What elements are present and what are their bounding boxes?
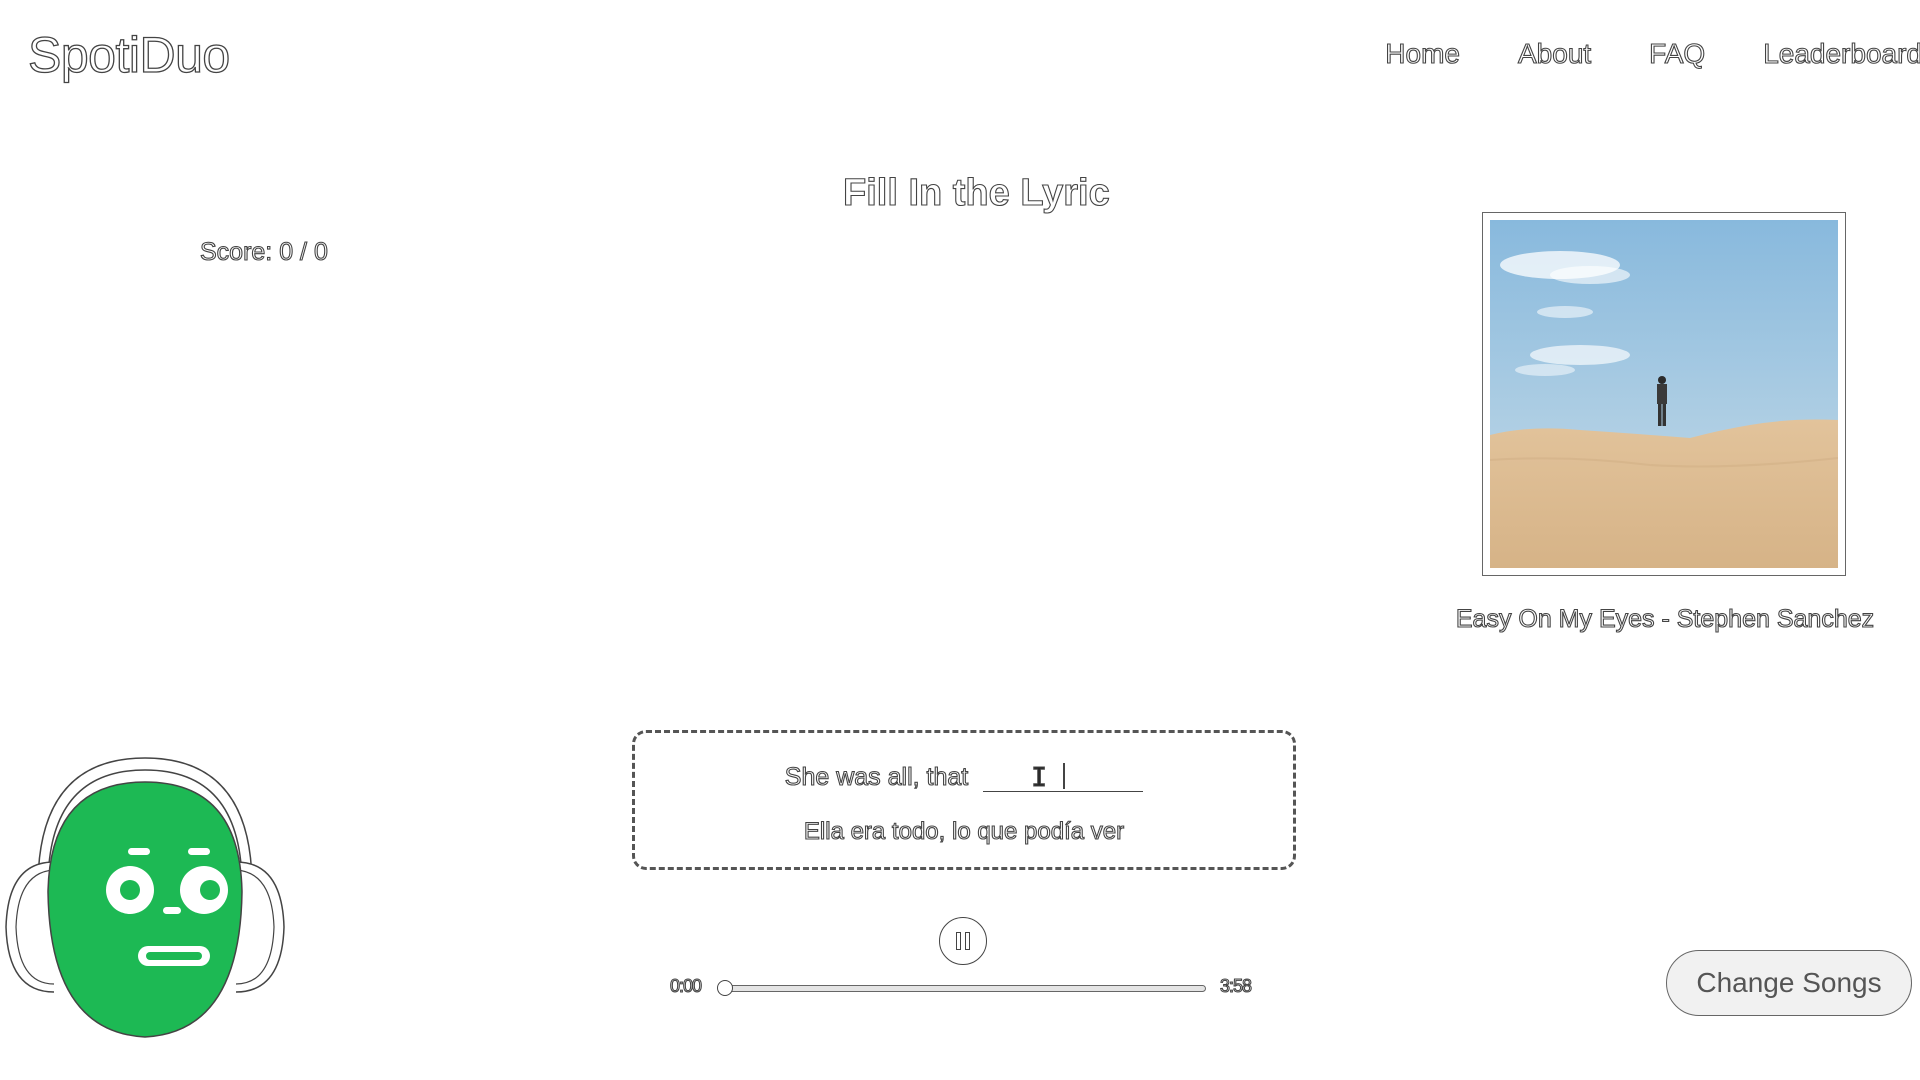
score-display: Score: 0 / 0	[199, 237, 328, 266]
song-title-artist: Easy On My Eyes - Stephen Sanchez	[1455, 604, 1875, 633]
input-caret	[1063, 763, 1066, 789]
pause-icon-bar	[965, 932, 970, 950]
total-time: 3:58	[1219, 975, 1252, 996]
pause-icon	[956, 932, 961, 950]
nav-leaderboard-link[interactable]: Leaderboard	[1763, 37, 1920, 70]
progress-slider[interactable]	[717, 980, 1206, 996]
nav-faq-link[interactable]: FAQ	[1649, 37, 1706, 70]
pause-button[interactable]	[939, 917, 987, 965]
lyric-answer-input[interactable]: I	[983, 761, 1144, 793]
text-cursor-icon: I	[1031, 763, 1048, 793]
change-songs-button[interactable]: Change Songs	[1666, 950, 1912, 1016]
page: SpotiDuo Home About FAQ Leaderboard Fill…	[0, 0, 1920, 1080]
album-cover-art	[1490, 220, 1838, 568]
app-logo[interactable]: SpotiDuo	[27, 26, 231, 84]
lyric-card: She was all, that I Ella era todo, lo qu…	[632, 730, 1296, 870]
album-cover	[1482, 212, 1846, 576]
lyric-translation: Ella era todo, lo que podía ver	[803, 817, 1125, 845]
top-nav: Home About FAQ Leaderboard	[1385, 37, 1920, 70]
page-title: Fill In the Lyric	[842, 171, 1110, 214]
progress-thumb[interactable]	[717, 980, 733, 996]
mascot-headphones-icon	[5, 757, 285, 1038]
nav-home-link[interactable]: Home	[1385, 37, 1461, 70]
nav-about-link[interactable]: About	[1517, 37, 1591, 70]
lyric-line: She was all, that I	[635, 761, 1293, 792]
current-time: 0:00	[669, 975, 702, 996]
lyric-prompt: She was all, that	[784, 762, 969, 791]
